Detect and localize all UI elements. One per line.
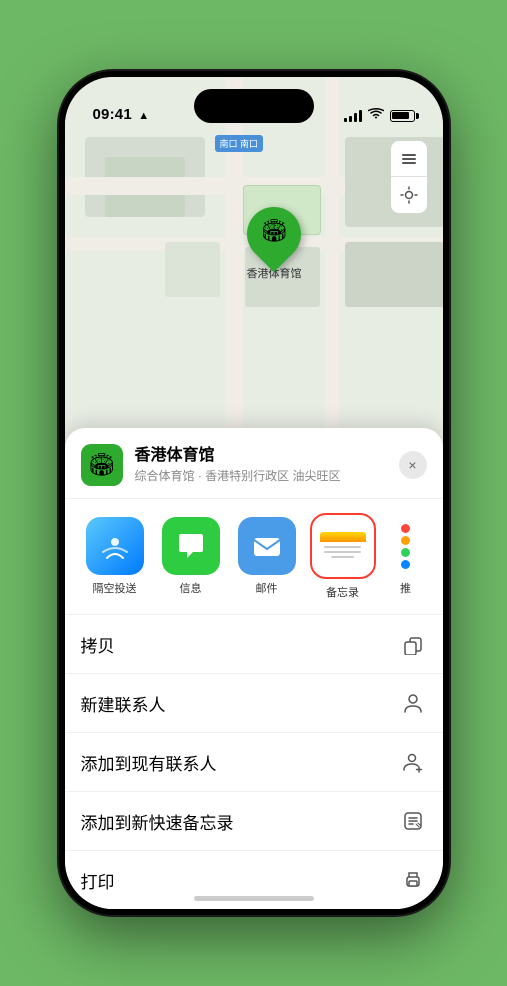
pin-inner: 🏟 bbox=[260, 218, 288, 244]
battery-icon bbox=[390, 110, 415, 122]
entrance-prefix: 南口 bbox=[220, 139, 241, 149]
notes-label: 备忘录 bbox=[326, 584, 359, 600]
venue-subtitle: 综合体育馆 · 香港特别行政区 油尖旺区 bbox=[135, 467, 387, 484]
action-quick-note[interactable]: 添加到新快速备忘录 bbox=[65, 792, 443, 851]
share-item-messages[interactable]: 信息 bbox=[157, 517, 225, 596]
action-copy[interactable]: 拷贝 bbox=[65, 615, 443, 674]
share-item-airdrop[interactable]: 隔空投送 bbox=[81, 517, 149, 596]
location-icon: ▲ bbox=[138, 110, 149, 122]
share-item-notes[interactable]: 备忘录 bbox=[309, 513, 377, 600]
notes-icon bbox=[314, 517, 372, 575]
action-copy-label: 拷贝 bbox=[81, 632, 115, 657]
phone-frame: 南口 南口 bbox=[59, 71, 449, 915]
share-item-mail[interactable]: 邮件 bbox=[233, 517, 301, 596]
airdrop-icon bbox=[86, 517, 144, 575]
map-controls bbox=[391, 141, 427, 213]
color-dots bbox=[401, 524, 410, 569]
print-icon bbox=[399, 866, 427, 894]
action-print-label: 打印 bbox=[81, 868, 115, 893]
status-time: 09:41 ▲ bbox=[93, 106, 150, 123]
home-indicator bbox=[194, 896, 314, 901]
action-new-contact-label: 新建联系人 bbox=[81, 691, 166, 716]
wifi-icon bbox=[368, 108, 384, 123]
pin-circle: 🏟 bbox=[236, 196, 312, 272]
location-button[interactable] bbox=[391, 177, 427, 213]
map-layers-button[interactable] bbox=[391, 141, 427, 177]
copy-icon bbox=[399, 630, 427, 658]
dynamic-island bbox=[194, 89, 314, 123]
share-row: 隔空投送 信息 bbox=[65, 499, 443, 615]
signal-icon bbox=[344, 110, 362, 122]
bottom-sheet: 🏟 香港体育馆 综合体育馆 · 香港特别行政区 油尖旺区 × bbox=[65, 428, 443, 909]
airdrop-label: 隔空投送 bbox=[93, 580, 137, 596]
more-label: 推 bbox=[400, 580, 411, 596]
notes-highlight-border bbox=[310, 513, 376, 579]
messages-icon bbox=[162, 517, 220, 575]
location-pin: 🏟 香港体育馆 bbox=[247, 207, 302, 281]
person-icon bbox=[399, 689, 427, 717]
status-icons bbox=[344, 108, 415, 123]
action-quick-note-label: 添加到新快速备忘录 bbox=[81, 809, 234, 834]
venue-info: 香港体育馆 综合体育馆 · 香港特别行政区 油尖旺区 bbox=[135, 446, 387, 484]
action-add-existing-label: 添加到现有联系人 bbox=[81, 750, 217, 775]
share-item-more[interactable]: 推 bbox=[385, 517, 427, 596]
messages-label: 信息 bbox=[180, 580, 202, 596]
action-add-existing[interactable]: 添加到现有联系人 bbox=[65, 733, 443, 792]
sheet-header: 🏟 香港体育馆 综合体育馆 · 香港特别行政区 油尖旺区 × bbox=[65, 428, 443, 499]
phone-screen: 南口 南口 bbox=[65, 77, 443, 909]
person-add-icon bbox=[399, 748, 427, 776]
entrance-label: 南口 南口 bbox=[215, 135, 264, 152]
mail-label: 邮件 bbox=[256, 580, 278, 596]
venue-name: 香港体育馆 bbox=[135, 446, 387, 465]
more-icon bbox=[385, 517, 427, 575]
venue-icon: 🏟 bbox=[81, 444, 123, 486]
action-new-contact[interactable]: 新建联系人 bbox=[65, 674, 443, 733]
close-button[interactable]: × bbox=[399, 451, 427, 479]
mail-icon bbox=[238, 517, 296, 575]
quick-note-icon bbox=[399, 807, 427, 835]
